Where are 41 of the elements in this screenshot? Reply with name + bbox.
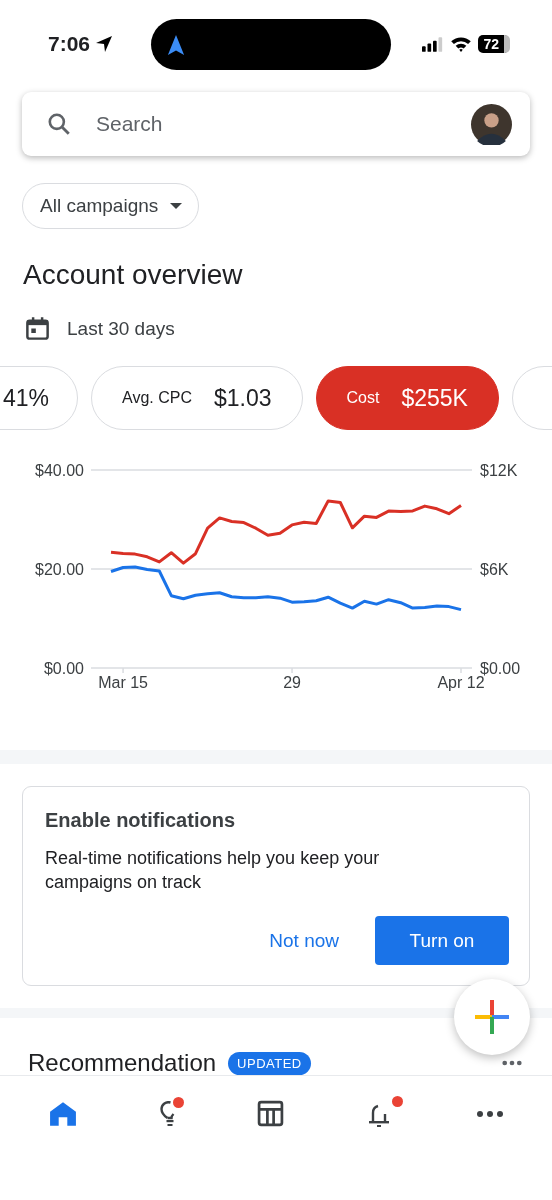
metric-chip[interactable]: Avg. CPC $1.03 [91,366,303,430]
signal-icon [422,36,445,52]
plus-icon [475,1000,509,1034]
axis-label: Mar 15 [98,674,148,691]
add-button[interactable] [454,979,530,1055]
axis-label: $0.00 [43,660,84,677]
updated-badge: UPDATED [228,1051,311,1075]
table-icon [256,1100,284,1127]
status-time: 7:06 [48,32,91,56]
card-title: Enable notifications [45,809,237,832]
axis-label: 29 [283,674,301,691]
axis-label: Apr 12 [437,674,485,691]
campaign-filter-dropdown[interactable]: All campaigns [22,183,200,229]
metric-chip[interactable]: 41% [0,366,78,430]
axis-label: $20.00 [35,561,84,578]
navigation-arrow-icon [167,33,185,56]
wifi-icon [450,36,473,52]
section-title: Recommendation [28,1049,217,1077]
avatar[interactable] [471,103,512,145]
notification-dot [392,1095,404,1107]
more-icon [476,1110,503,1117]
date-range-label[interactable]: Last 30 days [67,317,175,340]
axis-label: $12K [480,462,518,479]
card-text: Real-time notifications help you keep your campaigns on track [45,847,381,894]
lightbulb-icon [159,1100,175,1127]
dropdown-caret-icon [170,203,183,209]
page-title: Account overview [23,259,244,291]
turn-on-button[interactable]: Turn on [375,916,509,965]
search-icon [46,111,72,137]
location-arrow-icon [94,34,115,54]
axis-label: $0.00 [480,660,521,677]
metric-chip[interactable]: Cost $255K [315,366,499,430]
notification-dot [172,1096,184,1108]
axis-label: $6K [480,561,509,578]
search-field[interactable]: Search [94,111,449,137]
search-bar[interactable]: Search [22,92,530,156]
more-icon[interactable] [502,1060,522,1066]
dismiss-button[interactable]: Not now [249,919,359,962]
axis-label: $40.00 [35,462,84,479]
calendar-icon [24,315,51,342]
battery-indicator: 72 [478,35,510,53]
